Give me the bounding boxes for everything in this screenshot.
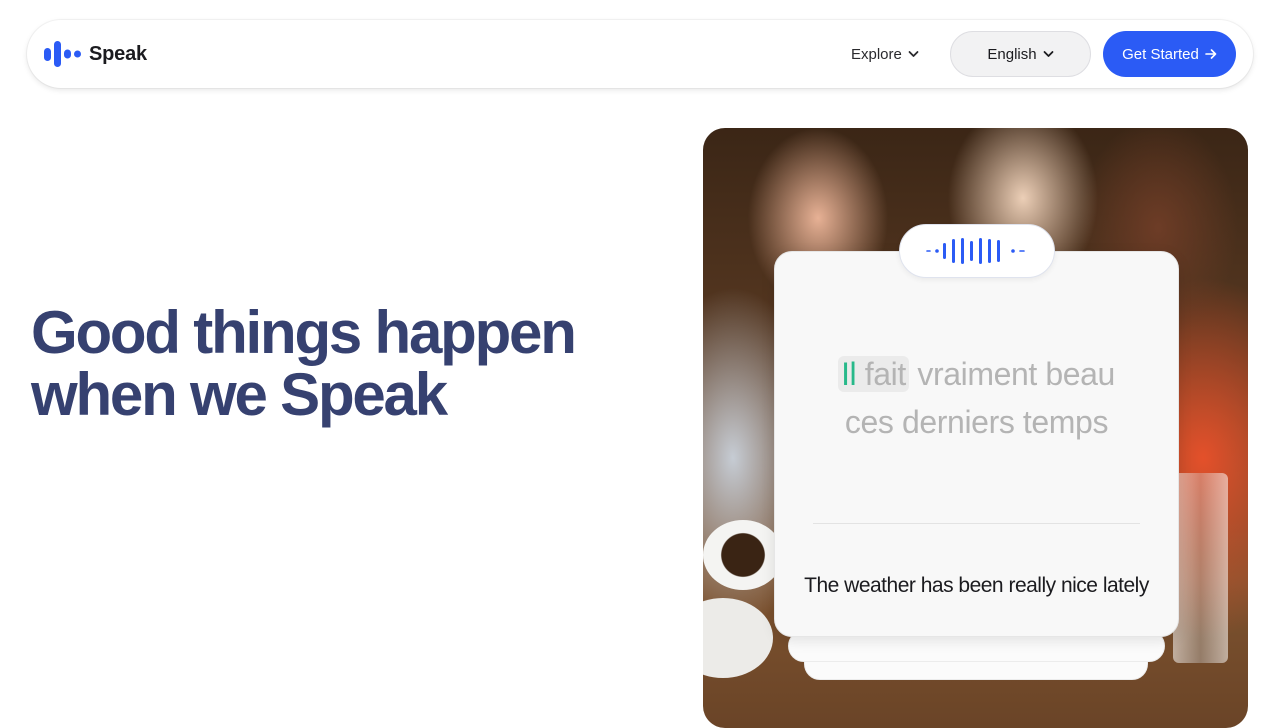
plate-image [703, 598, 773, 678]
highlighted-word: Il fait [838, 356, 909, 392]
audio-waveform-icon [926, 238, 1025, 264]
card-divider [813, 523, 1140, 524]
logo[interactable]: Speak [43, 40, 147, 68]
logo-text: Speak [89, 42, 147, 65]
get-started-label: Get Started [1122, 45, 1199, 63]
chevron-down-icon [1043, 51, 1053, 57]
language-label: English [987, 45, 1037, 63]
highlight-prefix: Il [841, 356, 857, 392]
audio-waveform-button[interactable] [899, 224, 1055, 278]
chevron-down-icon [908, 51, 919, 57]
french-line-2: ces derniers temps [844, 404, 1109, 440]
highlight-rest: fait [856, 356, 907, 392]
get-started-button[interactable]: Get Started [1103, 31, 1236, 77]
hero-title-line-1: Good things happen [31, 299, 577, 366]
french-sentence: Il fait vraiment beau ces derniers temps [774, 350, 1179, 446]
hero-title-line-2: when we Speak [31, 361, 448, 428]
coffee-cup-image [703, 520, 783, 590]
speak-logo-icon [44, 41, 81, 67]
arrow-right-icon [1205, 49, 1217, 59]
explore-label: Explore [851, 45, 902, 63]
top-navbar: Speak Explore English Get Started [27, 20, 1253, 88]
explore-menu[interactable]: Explore [851, 42, 919, 66]
language-selector[interactable]: English [950, 31, 1091, 77]
english-translation: The weather has been really nice lately [804, 574, 1149, 597]
french-line-1-rest: vraiment beau [908, 356, 1115, 392]
water-glass-image [1173, 473, 1228, 663]
french-line-1: Il fait vraiment beau [774, 350, 1179, 398]
hero-title: Good things happen when we Speak [31, 302, 671, 426]
